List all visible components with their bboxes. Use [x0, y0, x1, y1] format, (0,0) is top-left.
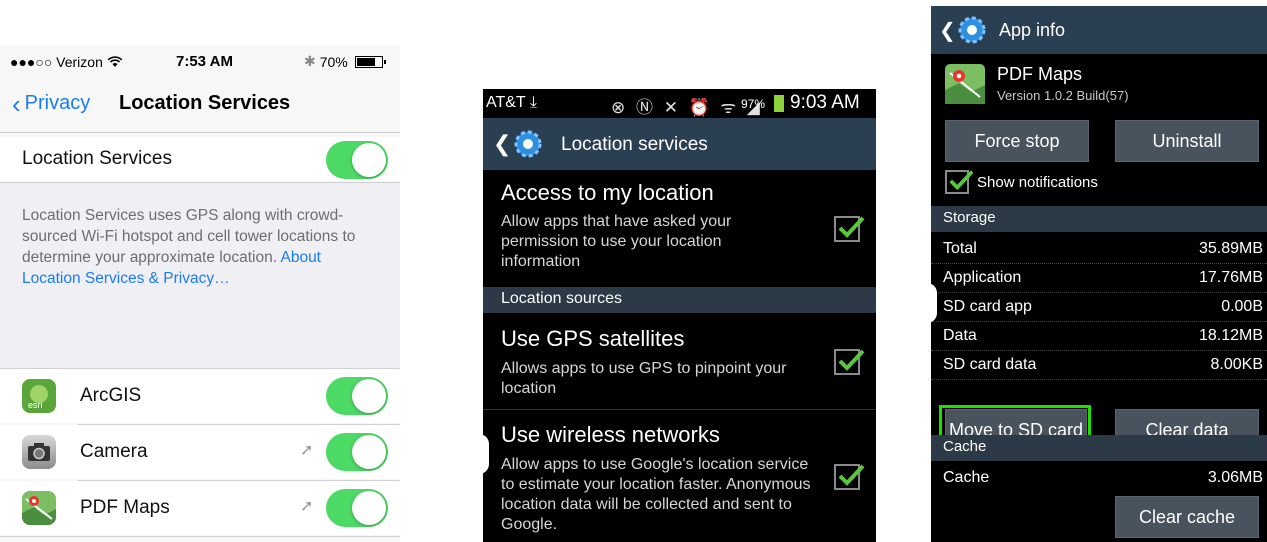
- status-time: 9:03 AM: [790, 92, 860, 113]
- storage-key: Total: [943, 240, 977, 257]
- storage-value: 8.00KB: [1210, 356, 1263, 373]
- section-label: Storage: [943, 209, 996, 226]
- app-row-camera: Camera ➚: [0, 425, 400, 479]
- location-arrow-icon: ➚: [300, 442, 314, 459]
- battery-percent: 70%: [319, 53, 348, 70]
- download-icon: ⤓: [529, 94, 537, 111]
- battery-percent: 97%: [741, 97, 766, 111]
- storage-row: Application 17.76MB: [931, 265, 1267, 293]
- page-title: Location services: [561, 134, 708, 155]
- side-drawer-handle[interactable]: [483, 434, 489, 474]
- battery-indicator: ✱ 70%: [304, 53, 386, 70]
- storage-key: SD card data: [943, 356, 1037, 373]
- app-name: ArcGIS: [80, 385, 142, 406]
- battery-icon: [354, 55, 386, 68]
- status-time: 7:53 AM: [176, 53, 233, 70]
- storage-row: Data 18.12MB: [931, 323, 1267, 351]
- item-subtitle: Allow apps that have asked your permissi…: [501, 213, 732, 270]
- action-bar: ❮ Location services: [483, 118, 876, 170]
- page-title: Location Services: [119, 92, 291, 114]
- cache-key: Cache: [943, 469, 990, 486]
- location-description: Location Services uses GPS along with cr…: [22, 205, 382, 289]
- divider: [483, 409, 876, 410]
- storage-row: SD card data 8.00KB: [931, 352, 1267, 380]
- location-arrow-icon: ➚: [300, 498, 314, 515]
- carrier-label: AT&T ⤓: [486, 94, 537, 111]
- cache-header: Cache: [931, 435, 1267, 461]
- storage-key: Application: [943, 269, 1022, 286]
- back-button[interactable]: ‹ Privacy: [12, 88, 91, 119]
- side-drawer-handle[interactable]: [931, 283, 937, 323]
- storage-header: Storage: [931, 206, 1267, 232]
- back-chevron-icon[interactable]: ❮: [493, 131, 511, 157]
- chevron-left-icon: ‹: [12, 88, 21, 119]
- app-name: PDF Maps: [997, 64, 1083, 84]
- location-sources-header: Location sources: [483, 287, 876, 313]
- settings-gear-icon: [958, 16, 986, 44]
- wireless-checkbox[interactable]: [834, 464, 865, 490]
- show-notifications-label: Show notifications: [977, 174, 1098, 191]
- battery-icon: [774, 95, 784, 112]
- android-location-services-screen: AT&T ⤓ ⊗ Ⓝ ✕ ⏰ ᯤ ◢ 97% 9:03 AM ❮ Locatio…: [483, 89, 876, 542]
- settings-gear-icon: [514, 130, 542, 158]
- location-services-toggle[interactable]: [326, 141, 388, 179]
- camera-icon: [22, 435, 56, 469]
- ios-status-bar: ●●●○○ Verizon 7:53 AM ✱ 70%: [0, 45, 400, 79]
- esri-icon: esri: [22, 379, 56, 413]
- force-stop-button[interactable]: Force stop: [945, 120, 1089, 162]
- app-name: Camera: [80, 441, 148, 462]
- app-version: Version 1.0.2 Build(57): [997, 88, 1129, 103]
- arcgis-toggle[interactable]: [326, 377, 388, 415]
- wifi-icon: [107, 56, 123, 67]
- access-location-checkbox[interactable]: [834, 216, 865, 242]
- storage-value: 18.12MB: [1198, 327, 1263, 344]
- cache-row: Cache 3.06MB: [931, 465, 1267, 493]
- storage-row: Total 35.89MB: [931, 236, 1267, 264]
- app-name: PDF Maps: [80, 497, 170, 518]
- item-title: Use GPS satellites: [501, 326, 685, 351]
- android-app-info-screen: ❮ App info PDF Maps Version 1.0.2 Build(…: [931, 6, 1267, 542]
- gps-checkbox[interactable]: [834, 349, 865, 375]
- ios-nav-bar: ‹ Privacy Location Services: [0, 83, 400, 127]
- svg-text:esri: esri: [28, 400, 43, 410]
- item-title: Access to my location: [501, 180, 714, 205]
- camera-toggle[interactable]: [326, 433, 388, 471]
- page-title: App info: [999, 20, 1066, 40]
- item-subtitle: Allow apps to use Google's location serv…: [501, 456, 811, 533]
- show-notifications-checkbox[interactable]: [945, 170, 974, 194]
- back-chevron-icon[interactable]: ❮: [939, 18, 956, 43]
- storage-row: SD card app 0.00B: [931, 294, 1267, 322]
- storage-value: 0.00B: [1221, 298, 1263, 315]
- item-title: Use wireless networks: [501, 422, 720, 447]
- location-services-row: Location Services: [0, 137, 400, 181]
- bluetooth-icon: ✱: [304, 53, 316, 69]
- pdf-maps-toggle[interactable]: [326, 489, 388, 527]
- storage-key: SD card app: [943, 298, 1032, 315]
- ios-location-services-screen: ●●●○○ Verizon 7:53 AM ✱ 70% ‹ Privacy Lo…: [0, 45, 400, 542]
- action-bar: ❮ App info: [931, 6, 1267, 54]
- section-label: Location sources: [501, 290, 622, 307]
- pdf-maps-icon: [22, 491, 56, 525]
- storage-key: Data: [943, 327, 977, 344]
- section-label: Cache: [943, 438, 987, 455]
- android-status-bar: AT&T ⤓ ⊗ Ⓝ ✕ ⏰ ᯤ ◢ 97% 9:03 AM: [483, 89, 876, 118]
- divider: [0, 132, 400, 133]
- item-subtitle: Allows apps to use GPS to pinpoint your …: [501, 360, 787, 397]
- back-label: Privacy: [24, 92, 91, 114]
- pdf-maps-icon: [945, 64, 985, 104]
- location-services-label: Location Services: [22, 148, 172, 169]
- cache-value: 3.06MB: [1207, 469, 1263, 486]
- divider: [0, 536, 400, 537]
- storage-value: 17.76MB: [1198, 269, 1263, 286]
- app-row-arcgis: esri ArcGIS: [0, 369, 400, 423]
- clear-cache-button[interactable]: Clear cache: [1115, 496, 1259, 538]
- carrier-label: ●●●○○ Verizon: [10, 54, 123, 70]
- storage-value: 35.89MB: [1198, 240, 1263, 257]
- uninstall-button[interactable]: Uninstall: [1115, 120, 1259, 162]
- app-row-pdf-maps: PDF Maps ➚: [0, 481, 400, 535]
